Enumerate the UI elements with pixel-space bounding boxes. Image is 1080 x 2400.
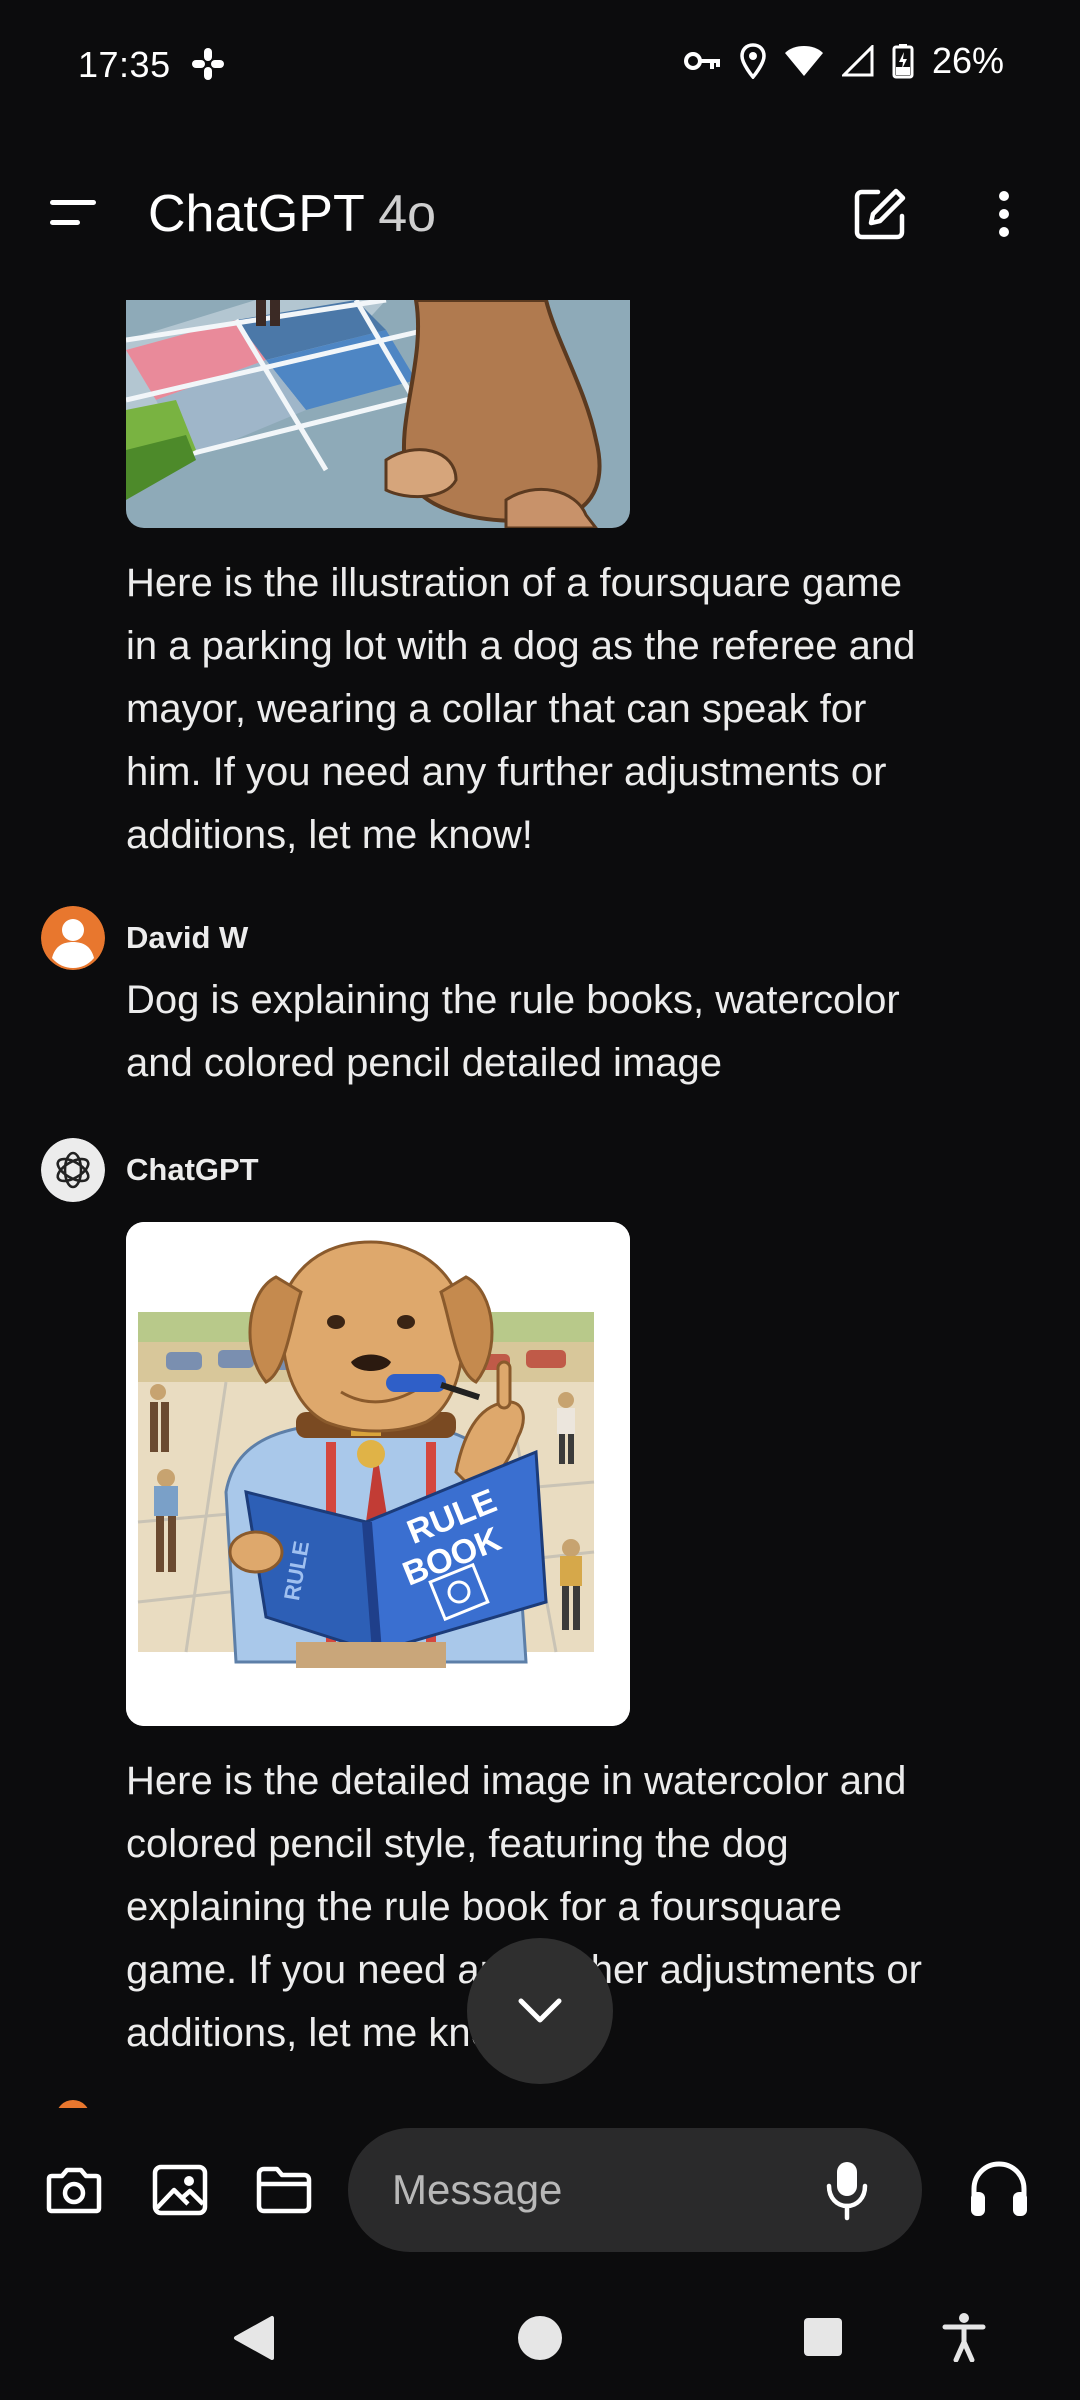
chat-area[interactable]: Here is the illustration of a foursquare…: [0, 300, 1080, 2108]
message-line: explaining the rule book for a foursquar…: [126, 1885, 843, 1929]
chatgpt-avatar: [41, 1138, 105, 1202]
battery-charging-icon: [892, 44, 914, 79]
battery-percent: 26%: [931, 40, 1004, 81]
message-line: Dog is explaining the rule books, waterc…: [126, 978, 900, 1022]
generated-image-rule-book-dog[interactable]: RULE BOOK RULE: [126, 1222, 630, 1726]
image-icon[interactable]: [150, 2160, 210, 2220]
composer-bar: Message: [0, 2108, 1080, 2272]
message-line: Here is the detailed image in watercolor…: [126, 1759, 907, 1803]
slack-icon: [192, 48, 224, 80]
dog-rule-book-illustration: RULE BOOK RULE: [126, 1222, 630, 1726]
message-line: him. If you need any further adjustments…: [126, 750, 887, 794]
user-message: Dog is explaining the rule books, waterc…: [126, 969, 1026, 1095]
vpn-key-icon: [683, 52, 720, 70]
wifi-icon: [784, 46, 823, 76]
scroll-to-bottom-button[interactable]: [467, 1938, 613, 2084]
more-vert-icon[interactable]: [992, 186, 1016, 242]
user-sender-name: David W: [126, 920, 249, 955]
home-icon[interactable]: [516, 2314, 564, 2362]
page-title[interactable]: ChatGPT 4o: [148, 184, 436, 244]
app-bar: ChatGPT 4o: [0, 170, 1080, 260]
assistant-message-1: Here is the illustration of a foursquare…: [126, 552, 1026, 867]
message-line: mayor, wearing a collar that can speak f…: [126, 687, 867, 731]
app-title: ChatGPT: [148, 185, 364, 243]
message-line: and colored pencil detailed image: [126, 1041, 722, 1085]
next-user-avatar: [56, 2100, 90, 2108]
cell-signal-icon: [841, 45, 874, 77]
message-line: colored pencil style, featuring the dog: [126, 1822, 789, 1866]
model-name: 4o: [378, 185, 437, 243]
system-nav-bar: [0, 2272, 1080, 2400]
menu-icon[interactable]: [46, 194, 102, 234]
location-icon: [740, 43, 766, 79]
status-time: 17:35: [78, 44, 171, 85]
status-bar: 17:35 26%: [0, 0, 1080, 130]
user-avatar: [41, 906, 105, 970]
mic-icon[interactable]: [824, 2158, 870, 2222]
message-placeholder: Message: [392, 2166, 563, 2213]
headphones-icon[interactable]: [966, 2156, 1032, 2222]
accessibility-icon[interactable]: [942, 2312, 986, 2362]
folder-icon[interactable]: [254, 2160, 314, 2220]
chevron-down-icon: [518, 1998, 562, 2023]
message-line: in a parking lot with a dog as the refer…: [126, 624, 916, 668]
message-line: Here is the illustration of a foursquare…: [126, 561, 902, 605]
message-line: additions, let me know!: [126, 813, 533, 857]
referee-dog-illustration: [126, 300, 630, 528]
camera-icon[interactable]: [44, 2160, 104, 2220]
new-chat-icon[interactable]: [852, 186, 908, 242]
back-icon[interactable]: [232, 2314, 276, 2362]
message-input[interactable]: Message: [348, 2128, 922, 2252]
recents-icon[interactable]: [802, 2316, 844, 2358]
assistant-sender-name: ChatGPT: [126, 1152, 259, 1187]
generated-image-referee-dog[interactable]: [126, 300, 630, 528]
